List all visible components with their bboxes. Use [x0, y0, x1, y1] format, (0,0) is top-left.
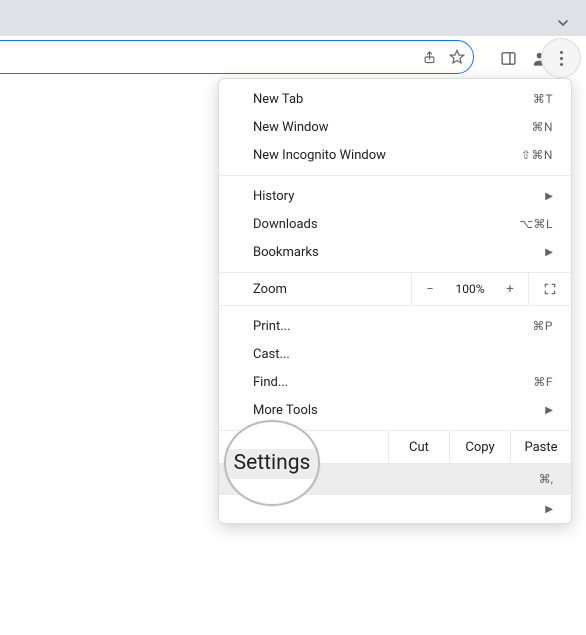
- tabs-dropdown-button[interactable]: [554, 14, 572, 32]
- menu-label: Print...: [253, 319, 532, 334]
- menu-shortcut: ⌘,: [539, 472, 553, 486]
- menu-item-print[interactable]: Print... ⌘P: [219, 312, 571, 340]
- menu-item-downloads[interactable]: Downloads ⌥⌘L: [219, 210, 571, 238]
- menu-label: New Incognito Window: [253, 148, 521, 163]
- menu-shortcut: ⌘T: [533, 92, 553, 106]
- edit-paste-button[interactable]: Paste: [510, 431, 571, 463]
- address-bar[interactable]: [0, 40, 474, 74]
- menu-label: New Window: [253, 120, 531, 135]
- side-panel-icon[interactable]: [500, 50, 517, 67]
- zoom-lens-callout: Settings: [224, 420, 320, 506]
- edit-copy-button[interactable]: Copy: [449, 431, 510, 463]
- menu-label: Find...: [253, 375, 533, 390]
- menu-item-new-window[interactable]: New Window ⌘N: [219, 113, 571, 141]
- submenu-arrow-icon: ▶: [545, 191, 553, 202]
- submenu-arrow-icon: ▶: [545, 504, 553, 515]
- more-vertical-icon: [560, 51, 563, 66]
- menu-label: Zoom: [253, 282, 411, 297]
- edit-label: Paste: [524, 440, 557, 455]
- menu-shortcut: ⌘P: [532, 319, 553, 333]
- bookmark-star-icon[interactable]: [449, 49, 465, 65]
- edit-label: Copy: [465, 440, 494, 455]
- menu-item-history[interactable]: History ▶: [219, 182, 571, 210]
- submenu-arrow-icon: ▶: [545, 405, 553, 416]
- zoom-value: 100%: [448, 273, 492, 305]
- menu-label: More Tools: [253, 403, 545, 418]
- zoom-out-button[interactable]: −: [412, 273, 448, 305]
- menu-label: Help: [253, 502, 545, 517]
- edit-cut-button[interactable]: Cut: [388, 431, 449, 463]
- menu-shortcut: ⌘N: [531, 120, 553, 134]
- fullscreen-button[interactable]: [529, 273, 571, 305]
- menu-item-cast[interactable]: Cast...: [219, 340, 571, 368]
- menu-item-bookmarks[interactable]: Bookmarks ▶: [219, 238, 571, 266]
- more-menu-button[interactable]: [541, 38, 581, 78]
- menu-shortcut: ⇧⌘N: [521, 148, 553, 162]
- lens-text: Settings: [234, 451, 311, 475]
- zoom-in-button[interactable]: +: [492, 273, 528, 305]
- menu-item-new-incognito[interactable]: New Incognito Window ⇧⌘N: [219, 141, 571, 169]
- toolbar: [0, 36, 586, 81]
- menu-item-zoom: Zoom − 100% +: [219, 273, 571, 305]
- menu-label: Cast...: [253, 347, 553, 362]
- menu-label: Downloads: [253, 217, 519, 232]
- tab-strip: [0, 0, 586, 36]
- menu-shortcut: ⌘F: [533, 375, 553, 389]
- share-icon[interactable]: [422, 50, 437, 65]
- edit-label: Cut: [409, 440, 429, 455]
- submenu-arrow-icon: ▶: [545, 247, 553, 258]
- menu-label: New Tab: [253, 92, 533, 107]
- menu-label: History: [253, 189, 545, 204]
- menu-label: Bookmarks: [253, 245, 545, 260]
- menu-item-new-tab[interactable]: New Tab ⌘T: [219, 85, 571, 113]
- menu-shortcut: ⌥⌘L: [519, 217, 553, 231]
- menu-item-find[interactable]: Find... ⌘F: [219, 368, 571, 396]
